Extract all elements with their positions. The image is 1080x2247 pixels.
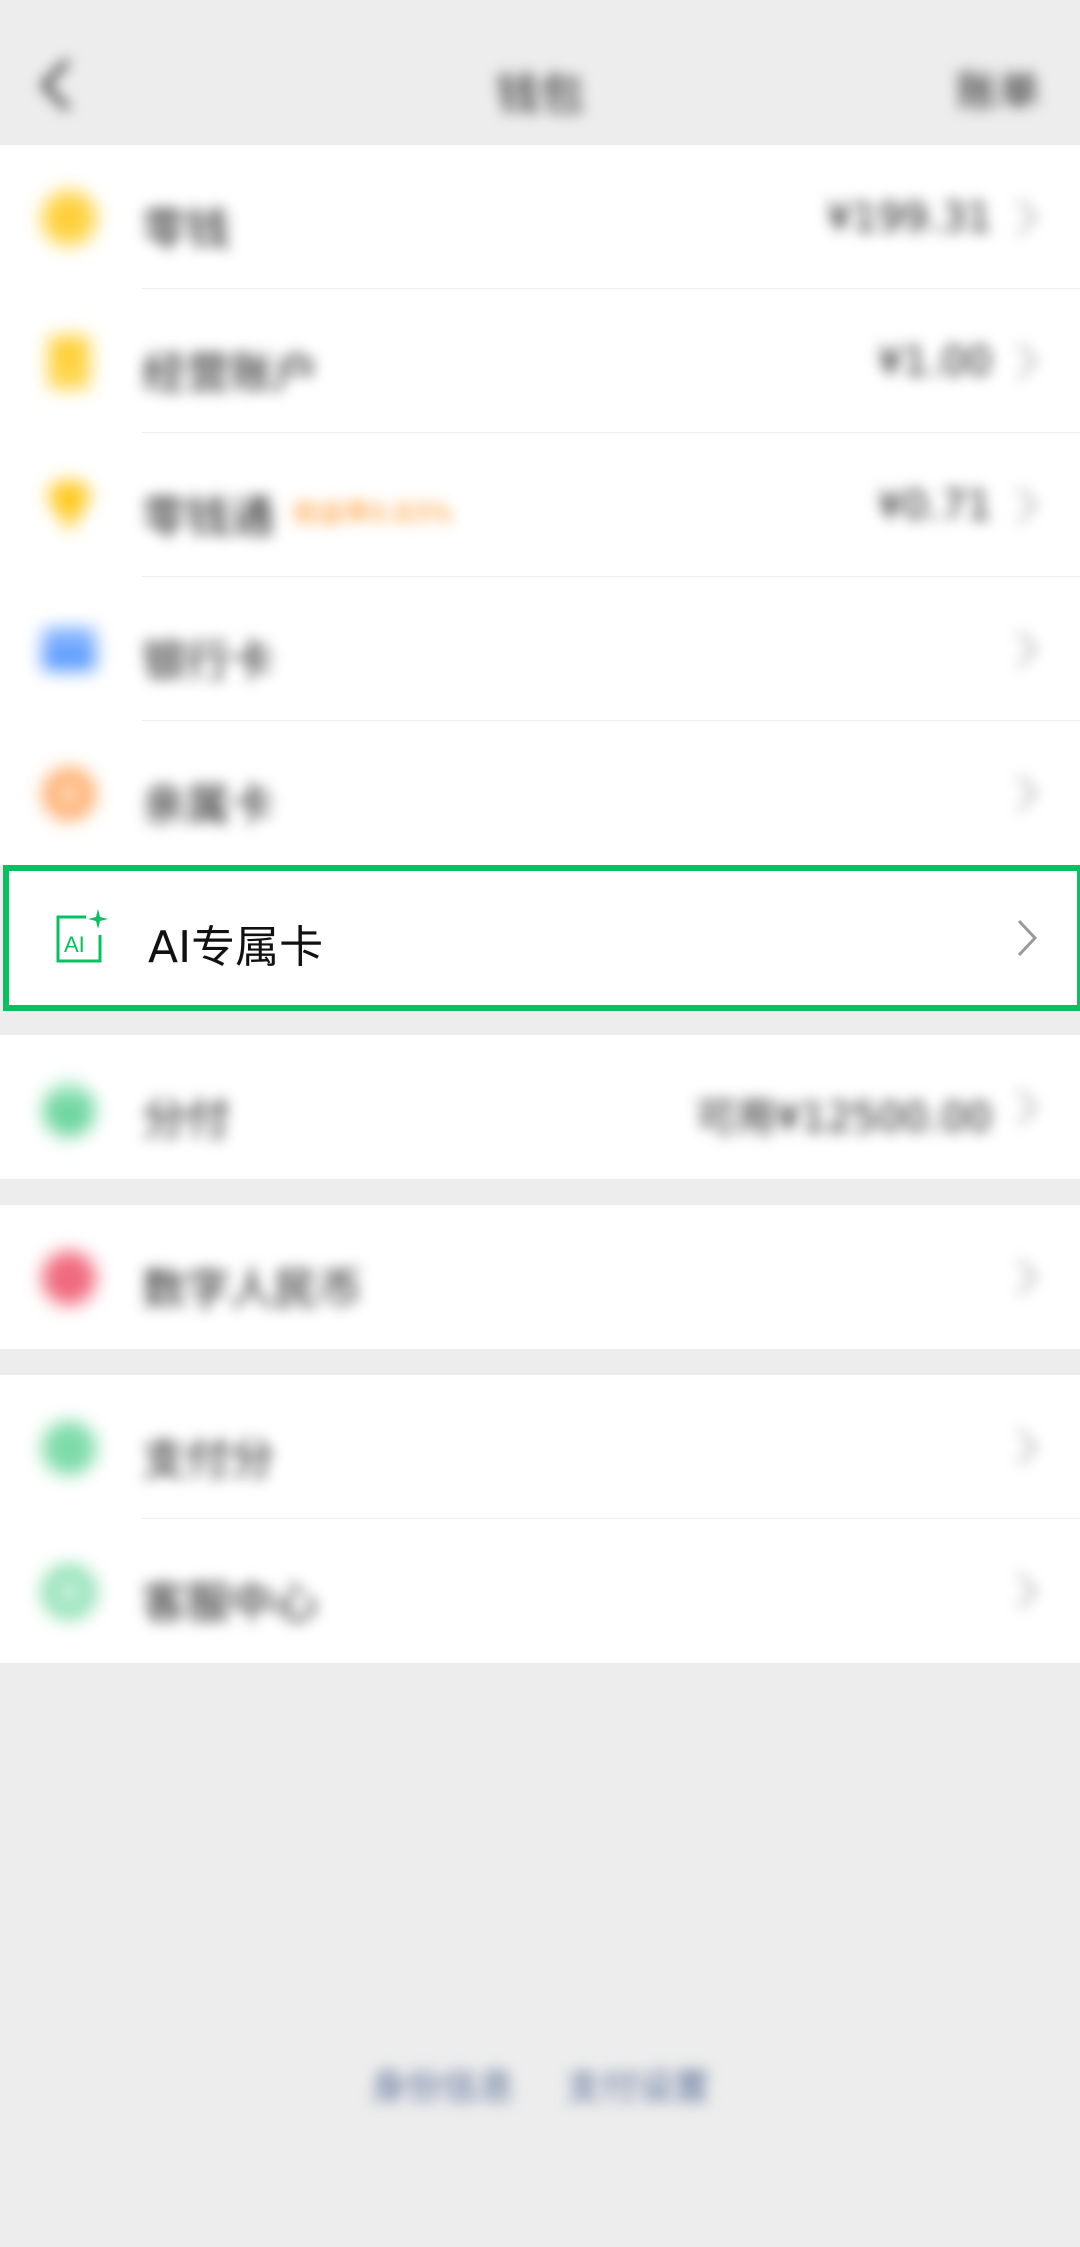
row-label: 支付分 bbox=[142, 1434, 274, 1485]
svg-text:¥: ¥ bbox=[60, 202, 78, 235]
row-digital-rmb[interactable]: 数字人民币 bbox=[0, 1205, 1080, 1349]
row-label: 零钱 bbox=[142, 204, 230, 255]
bill-button[interactable]: 账单 bbox=[956, 58, 1040, 119]
fenfu-icon bbox=[43, 1081, 95, 1137]
row-value: ¥199.31 bbox=[826, 195, 992, 241]
row-label: 客服中心 bbox=[142, 1578, 318, 1629]
row-business-account[interactable]: 经营账户 ¥1.00 bbox=[0, 289, 1080, 433]
wallet-group-services: 支付分 客服中心 bbox=[0, 1375, 1080, 1663]
row-family-card[interactable]: 亲属卡 bbox=[0, 721, 1080, 865]
chevron-right-icon bbox=[1017, 630, 1038, 668]
yield-badge: 收益率0.83% bbox=[292, 499, 453, 529]
row-label: 数字人民币 bbox=[142, 1264, 362, 1315]
row-label: 零钱通 bbox=[142, 492, 274, 543]
chevron-right-icon bbox=[1017, 1428, 1038, 1466]
chevron-right-icon bbox=[1017, 342, 1038, 380]
digital-rmb-icon bbox=[42, 1251, 96, 1305]
chevron-right-icon bbox=[1017, 198, 1038, 236]
wallet-group-digital-rmb: 数字人民币 bbox=[0, 1205, 1080, 1349]
row-value: ¥0.71 bbox=[877, 483, 992, 529]
row-value: 可用¥12500.00 bbox=[695, 1095, 992, 1141]
row-value: ¥1.00 bbox=[877, 339, 992, 385]
chevron-right-icon bbox=[1017, 774, 1038, 812]
row-pay-score[interactable]: 支付分 bbox=[0, 1375, 1080, 1519]
row-ai-card[interactable]: AI AI专属卡 bbox=[3, 865, 1080, 1011]
ai-card-label: AI专属卡 bbox=[148, 922, 324, 973]
chevron-right-icon bbox=[1017, 919, 1038, 957]
wallet-group-fenfu: 分付 可用¥12500.00 bbox=[0, 1035, 1080, 1179]
navbar: 钱包 账单 bbox=[0, 0, 1080, 145]
ai-sparkle-icon: AI bbox=[56, 909, 108, 963]
row-fenfu[interactable]: 分付 可用¥12500.00 bbox=[0, 1035, 1080, 1179]
family-card-icon bbox=[43, 768, 95, 820]
service-icon bbox=[42, 1565, 96, 1619]
footer-links: 身份信息 支付设置 bbox=[0, 2058, 1080, 2110]
svg-text:AI: AI bbox=[64, 932, 85, 957]
row-change[interactable]: ¥ 零钱 ¥199.31 bbox=[0, 145, 1080, 289]
row-service-center[interactable]: 客服中心 bbox=[0, 1519, 1080, 1663]
identity-info-link[interactable]: 身份信息 bbox=[370, 2067, 514, 2108]
row-label: 经营账户 bbox=[142, 348, 318, 399]
coin-icon: ¥ bbox=[41, 190, 97, 246]
page-title: 钱包 bbox=[496, 69, 584, 120]
chevron-right-icon bbox=[1017, 1258, 1038, 1296]
bank-card-icon bbox=[42, 629, 96, 671]
chevron-right-icon bbox=[1017, 486, 1038, 524]
document-icon bbox=[48, 335, 90, 389]
chevron-right-icon bbox=[1017, 1572, 1038, 1610]
row-label: 分付 bbox=[142, 1094, 230, 1145]
chevron-right-icon bbox=[1017, 1088, 1038, 1126]
row-bank-card[interactable]: 银行卡 bbox=[0, 577, 1080, 721]
diamond-icon bbox=[46, 481, 92, 531]
wallet-group-primary: ¥ 零钱 ¥199.31 经营账户 ¥1.00 零钱通 收益率0.83% ¥0.… bbox=[0, 145, 1080, 865]
payment-settings-link[interactable]: 支付设置 bbox=[566, 2067, 710, 2108]
row-lingqiantong[interactable]: 零钱通 收益率0.83% ¥0.71 bbox=[0, 433, 1080, 577]
row-label: 银行卡 bbox=[142, 636, 274, 687]
row-label: 亲属卡 bbox=[142, 780, 274, 831]
pay-score-icon bbox=[42, 1421, 96, 1475]
